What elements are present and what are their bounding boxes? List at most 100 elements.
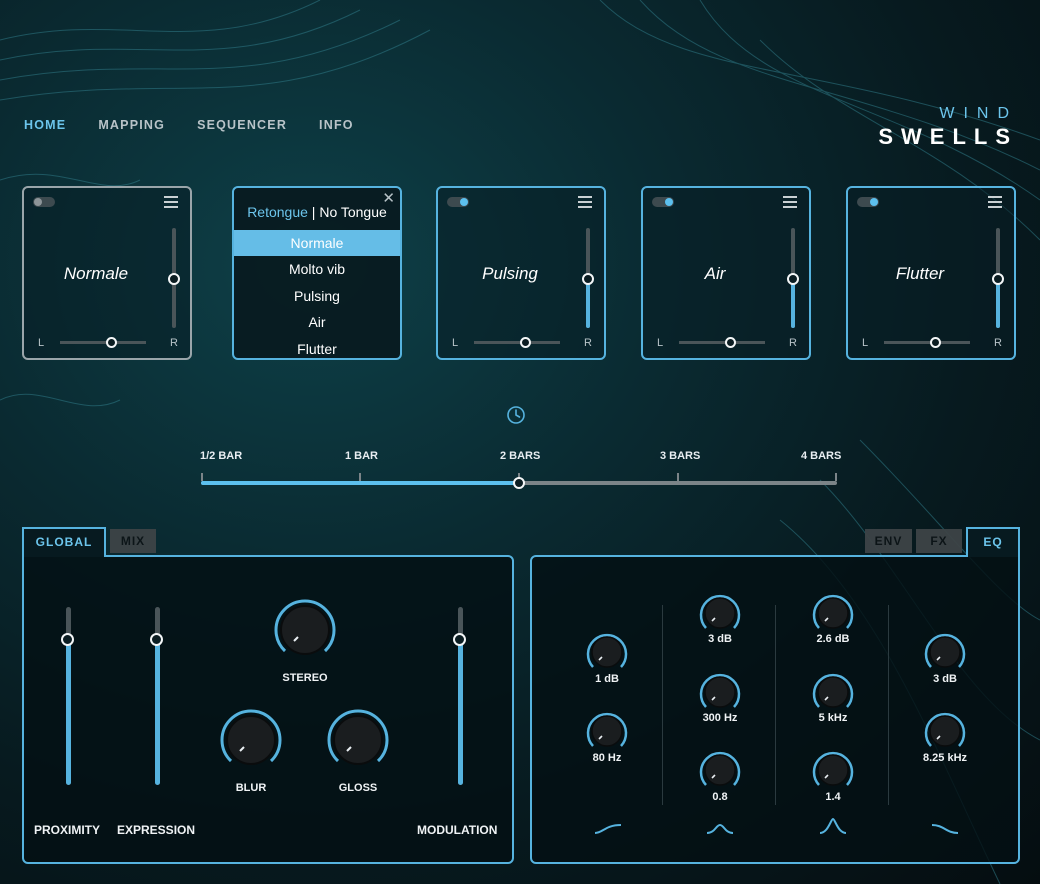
eq-band4-freq-knob[interactable]: [923, 709, 967, 753]
articulation-slot-1[interactable]: Normale L R: [22, 186, 192, 360]
articulation-slot-5[interactable]: Flutter L R: [846, 186, 1016, 360]
close-icon[interactable]: ✕: [382, 189, 395, 207]
articulation-slot-3[interactable]: Pulsing L R: [436, 186, 606, 360]
high-shelf-icon[interactable]: [930, 821, 960, 837]
tongue-mode-no-tongue[interactable]: No Tongue: [319, 204, 386, 220]
nav-home[interactable]: HOME: [24, 118, 66, 132]
articulation-option-flutter[interactable]: Flutter: [234, 336, 400, 362]
eq-band4-gain-knob[interactable]: [923, 630, 967, 674]
tab-env[interactable]: ENV: [865, 529, 912, 553]
eq-band1-freq-value: 80 Hz: [592, 752, 622, 764]
articulation-option-molto-vib[interactable]: Molto vib: [234, 256, 400, 282]
expression-fader[interactable]: [150, 607, 163, 785]
pan-right-label: R: [170, 337, 178, 349]
slot-pan-slider[interactable]: [884, 337, 970, 348]
bar-length-thumb[interactable]: [513, 477, 525, 489]
bar-label-2[interactable]: 2 BARS: [500, 450, 540, 462]
eq-band4-gain-value: 3 dB: [933, 673, 957, 685]
slot-enable-toggle[interactable]: [652, 197, 674, 207]
brand-line1: WIND: [939, 105, 1018, 122]
slot-enable-toggle[interactable]: [447, 197, 469, 207]
slot-articulation-name: Flutter: [895, 264, 945, 283]
slot-enable-toggle[interactable]: [33, 197, 55, 207]
eq-band2-gain-value: 3 dB: [708, 633, 732, 645]
bell-icon[interactable]: [705, 821, 735, 837]
eq-divider: [775, 605, 776, 805]
eq-band2-gain-knob[interactable]: [698, 591, 742, 635]
eq-band3-freq-value: 5 kHz: [818, 712, 848, 724]
articulation-option-air[interactable]: Air: [234, 309, 400, 335]
gloss-label: GLOSS: [338, 782, 378, 794]
eq-band2-q-knob[interactable]: [698, 748, 742, 792]
pan-right-label: R: [584, 337, 592, 349]
eq-band3-gain-value: 2.6 dB: [816, 633, 850, 645]
eq-band1-gain-value: 1 dB: [595, 673, 619, 685]
slot-enable-toggle[interactable]: [857, 197, 879, 207]
nav-mapping[interactable]: MAPPING: [98, 118, 165, 132]
articulation-dropdown[interactable]: Retongue | No Tongue ✕ Normale Molto vib…: [232, 186, 402, 360]
low-shelf-icon[interactable]: [593, 821, 623, 837]
nav-info[interactable]: INFO: [319, 118, 354, 132]
slot-volume-fader[interactable]: [582, 228, 594, 328]
eq-band3-q-value: 1.4: [825, 791, 841, 803]
bar-label-3[interactable]: 3 BARS: [660, 450, 700, 462]
top-nav: HOME MAPPING SEQUENCER INFO: [24, 118, 354, 132]
slot-pan-slider[interactable]: [474, 337, 560, 348]
pan-left-label: L: [862, 337, 869, 349]
eq-band1-freq-knob[interactable]: [585, 709, 629, 753]
slot-volume-fader[interactable]: [168, 228, 180, 328]
slot-articulation-name: Normale: [63, 264, 129, 283]
eq-divider: [888, 605, 889, 805]
brand-logo: WIND SWELLS: [878, 105, 1018, 150]
bar-length-slider[interactable]: [201, 473, 837, 489]
articulation-slot-4[interactable]: Air L R: [641, 186, 811, 360]
tab-global[interactable]: GLOBAL: [22, 527, 106, 557]
stereo-knob[interactable]: [272, 597, 338, 663]
eq-band3-freq-knob[interactable]: [811, 670, 855, 714]
articulation-option-pulsing[interactable]: Pulsing: [234, 283, 400, 309]
nav-sequencer[interactable]: SEQUENCER: [197, 118, 287, 132]
eq-panel: 1 dB 80 Hz 3 dB 300 Hz 0.8 2.6 dB 5 kHz: [530, 555, 1020, 864]
articulation-option-normale[interactable]: Normale: [234, 230, 400, 257]
expression-label: EXPRESSION: [117, 823, 196, 837]
pan-left-label: L: [657, 337, 664, 349]
pan-left-label: L: [38, 337, 45, 349]
slot-pan-slider[interactable]: [679, 337, 765, 348]
clock-icon: [507, 406, 525, 424]
tongue-mode-header: Retongue | No Tongue: [234, 204, 400, 220]
slot-articulation-name: Air: [704, 264, 726, 283]
eq-band4-freq-value: 8.25 kHz: [922, 752, 968, 764]
eq-band3-q-knob[interactable]: [811, 748, 855, 792]
proximity-label: PROXIMITY: [34, 823, 101, 837]
articulation-list: Normale Molto vib Pulsing Air Flutter: [234, 230, 400, 362]
peak-icon[interactable]: [818, 817, 848, 837]
bar-label-half[interactable]: 1/2 BAR: [200, 450, 242, 462]
tab-mix[interactable]: MIX: [110, 529, 156, 553]
proximity-fader[interactable]: [61, 607, 74, 785]
tongue-mode-separator: |: [307, 204, 320, 220]
slot-pan-slider[interactable]: [60, 337, 146, 348]
hamburger-menu-icon[interactable]: [164, 196, 178, 208]
stereo-label: STEREO: [282, 672, 328, 684]
bar-label-1[interactable]: 1 BAR: [345, 450, 378, 462]
bar-label-4[interactable]: 4 BARS: [801, 450, 841, 462]
eq-band2-q-value: 0.8: [712, 791, 728, 803]
global-panel: PROXIMITY EXPRESSION MODULATION STEREO B…: [22, 555, 514, 864]
pan-right-label: R: [789, 337, 797, 349]
hamburger-menu-icon[interactable]: [783, 196, 797, 208]
eq-band1-gain-knob[interactable]: [585, 630, 629, 674]
tab-eq[interactable]: EQ: [966, 527, 1020, 557]
eq-band2-freq-knob[interactable]: [698, 670, 742, 714]
slot-volume-fader[interactable]: [992, 228, 1004, 328]
blur-knob[interactable]: [218, 707, 284, 773]
slot-volume-fader[interactable]: [787, 228, 799, 328]
hamburger-menu-icon[interactable]: [578, 196, 592, 208]
blur-label: BLUR: [235, 782, 267, 794]
brand-line2: SWELLS: [878, 124, 1018, 149]
modulation-fader[interactable]: [453, 607, 466, 785]
eq-band3-gain-knob[interactable]: [811, 591, 855, 635]
gloss-knob[interactable]: [325, 707, 391, 773]
hamburger-menu-icon[interactable]: [988, 196, 1002, 208]
tongue-mode-retongue[interactable]: Retongue: [247, 204, 308, 220]
tab-fx[interactable]: FX: [916, 529, 962, 553]
